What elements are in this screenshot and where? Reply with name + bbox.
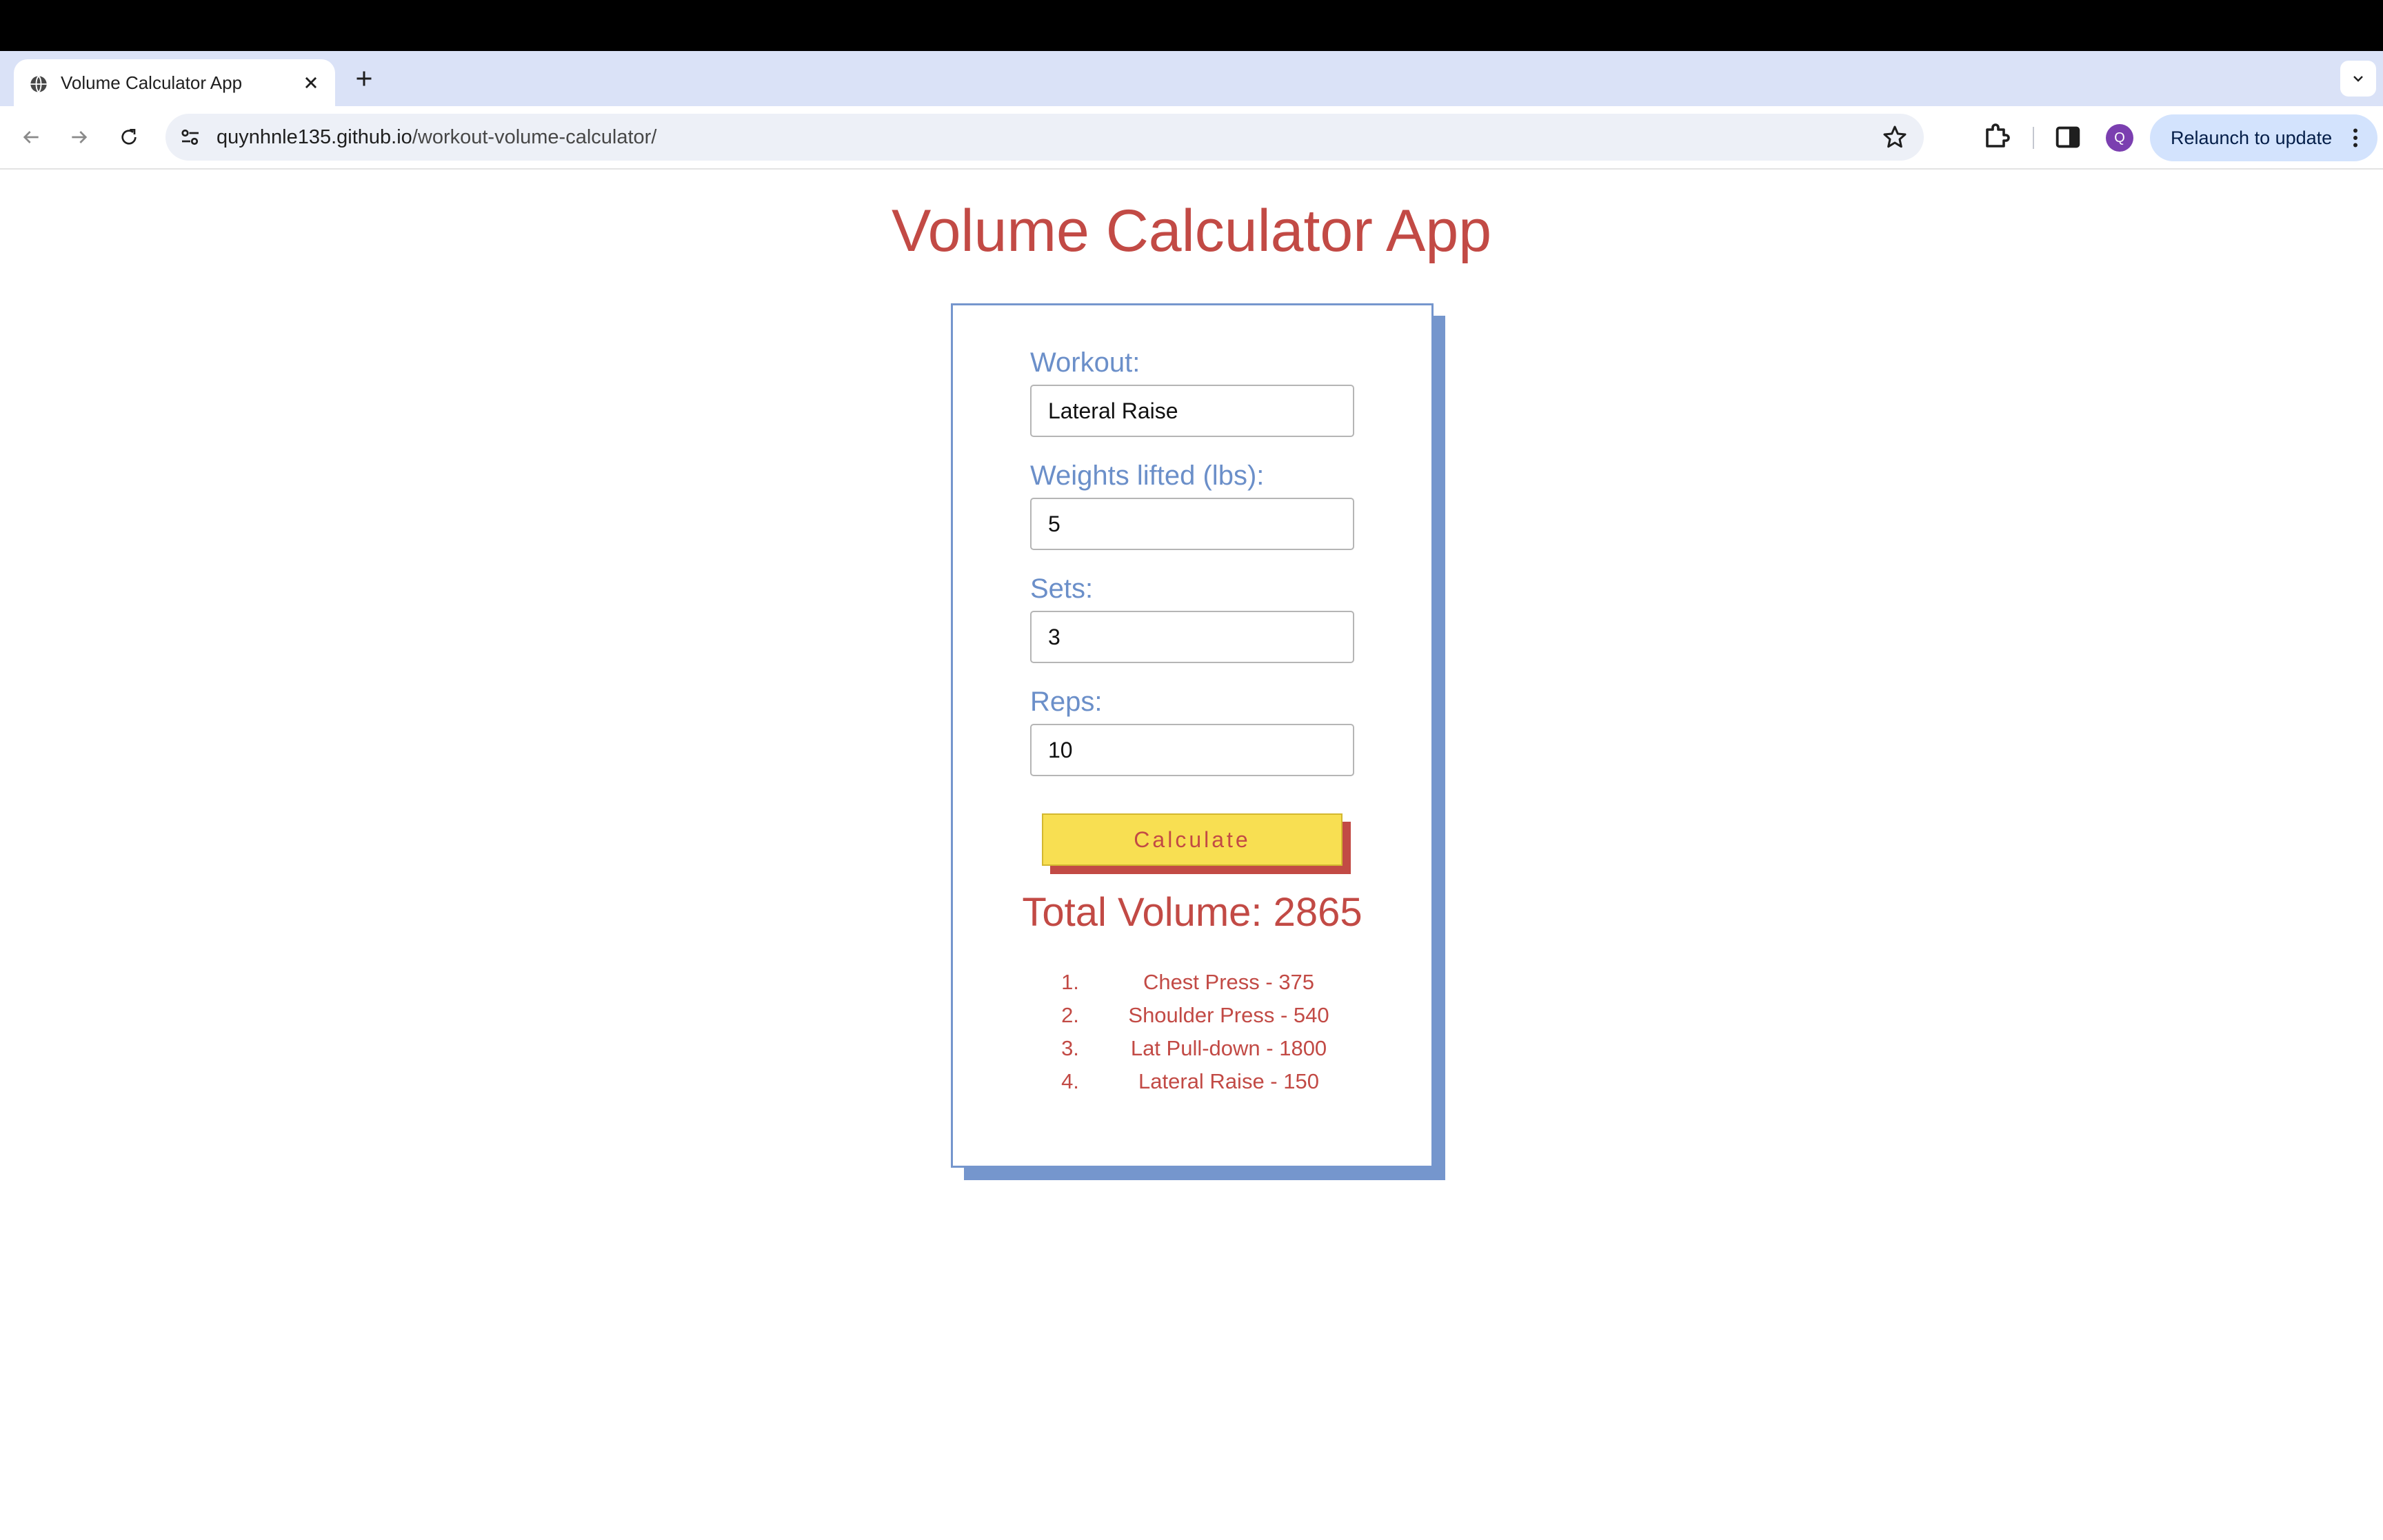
url-host: quynhnle135.github.io [217, 126, 412, 148]
arrow-left-icon [23, 131, 39, 143]
workout-input[interactable] [1030, 385, 1354, 437]
relaunch-to-update-button[interactable]: Relaunch to update [2150, 114, 2377, 161]
total-volume: Total Volume: 2865 [1022, 890, 1363, 935]
url-path: /workout-volume-calculator/ [412, 126, 657, 148]
calculator-card: Workout: Weights lifted (lbs): Sets: Rep… [951, 303, 1434, 1168]
tab-volume-calculator[interactable]: Volume Calculator App [14, 59, 335, 106]
list-item-text: Shoulder Press - 540 [1128, 1003, 1329, 1027]
address-bar[interactable]: quynhnle135.github.io/workout-volume-cal… [165, 114, 1924, 161]
bookmark-star-icon[interactable] [1881, 123, 1909, 151]
workout-label: Workout: [1030, 347, 1140, 378]
list-item-text: Lateral Raise - 150 [1138, 1069, 1319, 1093]
arrow-right-icon [72, 131, 88, 143]
list-item-number: 3. [1061, 1036, 1079, 1060]
reps-input[interactable] [1030, 724, 1354, 776]
side-panel-icon[interactable] [2052, 121, 2084, 153]
reload-icon [121, 129, 137, 145]
globe-icon [30, 75, 47, 93]
reps-label: Reps: [1030, 687, 1103, 717]
relaunch-label: Relaunch to update [2171, 128, 2333, 148]
forward-button[interactable] [63, 121, 95, 153]
list-item: 2. Shoulder Press - 540 [1043, 999, 1360, 1032]
more-vertical-icon [2353, 128, 2357, 148]
list-item: 3. Lat Pull-down - 1800 [1043, 1032, 1360, 1065]
list-item-text: Lat Pull-down - 1800 [1130, 1036, 1327, 1060]
new-tab-plus-icon[interactable] [352, 66, 376, 91]
window-top-band [0, 0, 2383, 51]
reload-button[interactable] [113, 121, 145, 153]
results-list: 1. Chest Press - 375 2. Shoulder Press -… [1043, 966, 1360, 1098]
profile-avatar[interactable]: Q [2106, 124, 2133, 152]
site-settings-icon[interactable] [178, 125, 203, 150]
page-title: Volume Calculator App [891, 198, 1492, 264]
extensions-puzzle-icon[interactable] [1980, 120, 2013, 153]
weight-label: Weights lifted (lbs): [1030, 460, 1265, 491]
tab-strip: Volume Calculator App [0, 51, 2383, 106]
sets-input[interactable] [1030, 611, 1354, 663]
list-item-number: 4. [1061, 1069, 1079, 1093]
list-item-text: Chest Press - 375 [1143, 970, 1315, 994]
url-text: quynhnle135.github.io/workout-volume-cal… [217, 114, 656, 161]
list-item: 4. Lateral Raise - 150 [1043, 1065, 1360, 1098]
list-item-number: 1. [1061, 970, 1079, 994]
close-icon[interactable] [299, 71, 323, 94]
toolbar-separator [2033, 127, 2034, 149]
tab-search-button[interactable] [2340, 61, 2376, 97]
back-button[interactable] [15, 121, 47, 153]
tab-title: Volume Calculator App [61, 72, 243, 93]
weight-input[interactable] [1030, 498, 1354, 550]
list-item: 1. Chest Press - 375 [1043, 966, 1360, 999]
sets-label: Sets: [1030, 574, 1094, 604]
chevron-down-icon [2353, 76, 2363, 82]
list-item-number: 2. [1061, 1003, 1079, 1027]
calculate-button[interactable]: Calculate [1042, 813, 1343, 866]
browser-toolbar: quynhnle135.github.io/workout-volume-cal… [0, 106, 2383, 170]
